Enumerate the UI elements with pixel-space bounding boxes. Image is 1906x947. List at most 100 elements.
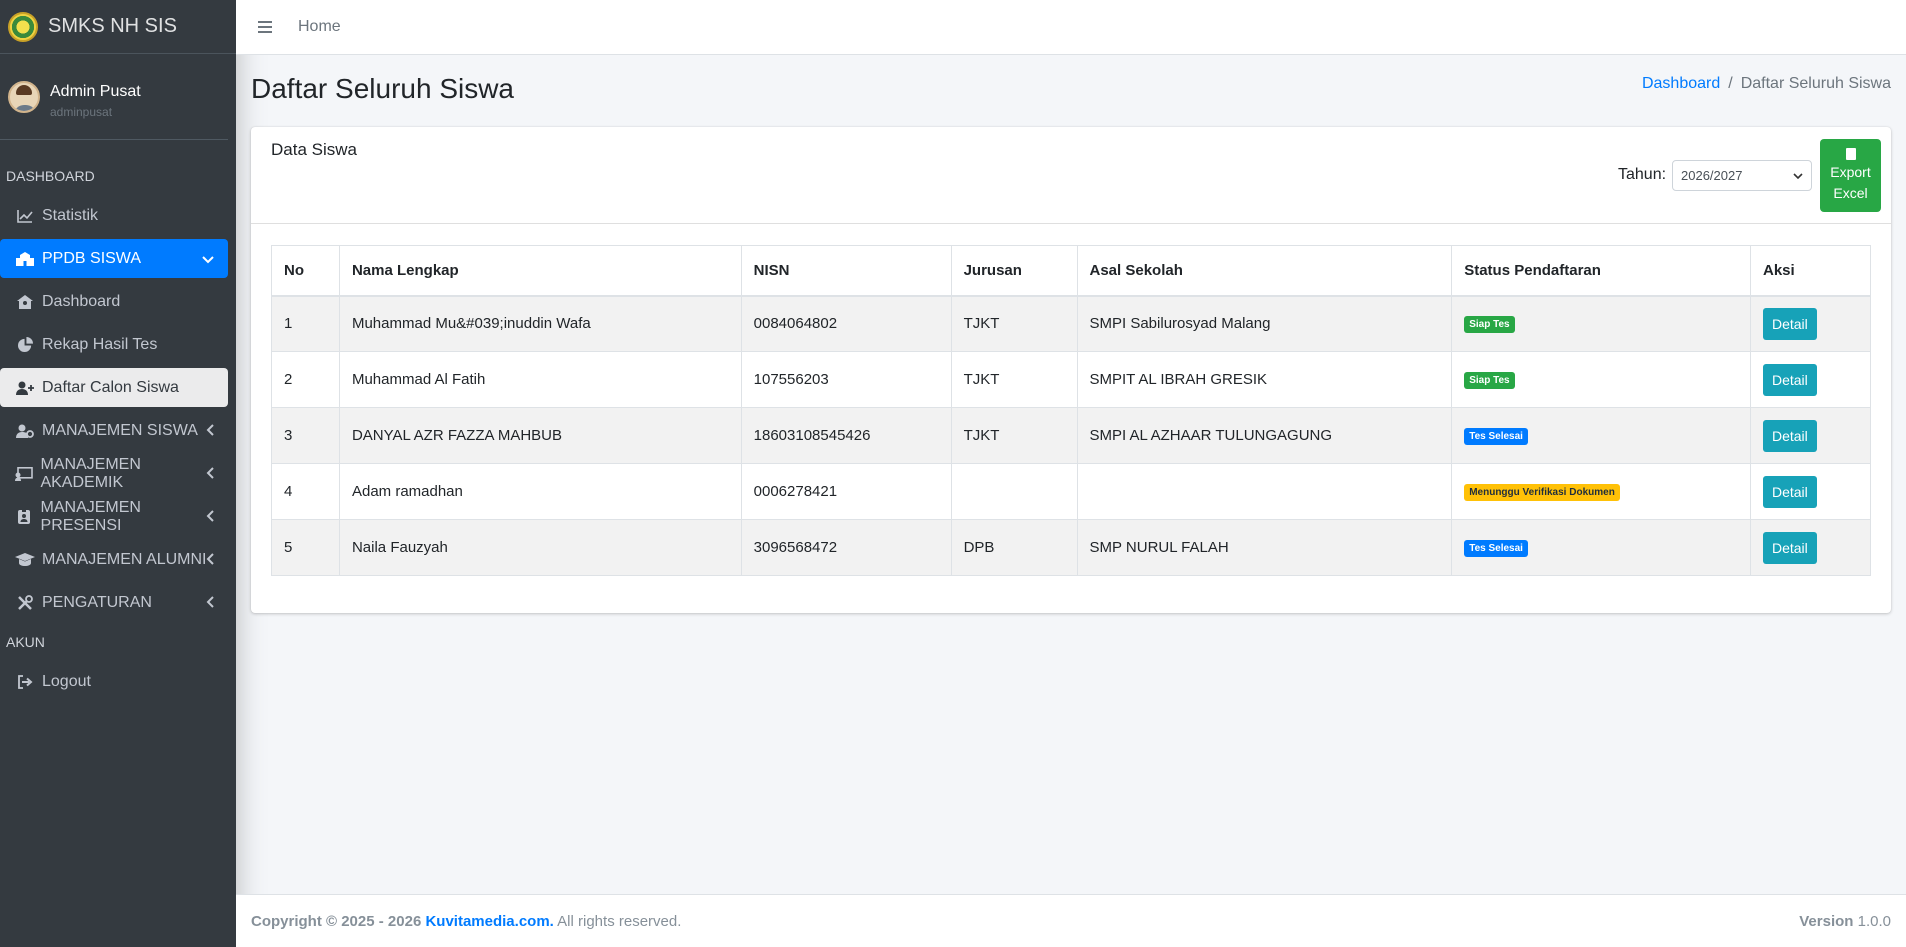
cell-jurusan: DPB <box>950 519 1078 576</box>
tahun-select[interactable]: 2026/2027 <box>1672 160 1812 191</box>
cell-nisn: 107556203 <box>740 351 952 408</box>
sidebar-item-manajemen-siswa[interactable]: MANAJEMEN SISWA <box>0 411 228 450</box>
page-title: Daftar Seluruh Siswa <box>251 73 515 104</box>
status-badge: Menunggu Verifikasi Dokumen <box>1464 484 1620 501</box>
sidebar-item-manajemen-akademik[interactable]: MANAJEMEN AKADEMIK <box>0 454 228 493</box>
user-login: adminpusat <box>50 104 113 119</box>
users-cog-icon <box>14 424 36 438</box>
cell-asal-sekolah: SMP NURUL FALAH <box>1076 519 1453 576</box>
cell-asal-sekolah: SMPIT AL IBRAH GRESIK <box>1076 351 1453 408</box>
chart-line-icon <box>14 209 36 223</box>
table-row: 5 Naila Fauzyah 3096568472 DPB SMP NURUL… <box>271 519 1872 576</box>
sidebar-item-logout[interactable]: Logout <box>0 662 228 701</box>
sidebar-item-dashboard[interactable]: Dashboard <box>0 282 228 321</box>
cell-no: 3 <box>271 407 340 464</box>
card-title: Data Siswa <box>271 140 357 159</box>
breadcrumb-separator: / <box>1728 75 1733 92</box>
footer-copyright: Copyright © 2025 - 2026 Kuvitamedia.com.… <box>251 913 681 930</box>
menu-toggle-icon[interactable] <box>258 17 272 38</box>
column-header[interactable]: No <box>271 245 340 297</box>
sidebar-item-label: MANAJEMEN AKADEMIK <box>40 455 141 491</box>
tahun-select-value: 2026/2027 <box>1681 168 1743 183</box>
cell-no: 2 <box>271 351 340 408</box>
nav-header-akun: AKUN <box>6 634 45 650</box>
detail-button[interactable]: Detail <box>1762 363 1817 396</box>
main-footer: Copyright © 2025 - 2026 Kuvitamedia.com.… <box>236 894 1906 947</box>
sidebar-item-daftar-calon-siswa[interactable]: Daftar Calon Siswa <box>0 368 228 407</box>
cell-status: Siap Tes <box>1451 351 1751 408</box>
tools-icon <box>14 594 36 611</box>
sidebar-item-label: Dashboard <box>42 292 121 310</box>
card-header: Data Siswa Tahun: 2026/2027 Export Excel <box>251 127 1891 224</box>
cell-jurusan <box>950 463 1078 520</box>
column-header[interactable]: Asal Sekolah <box>1076 245 1453 297</box>
nav-header-dashboard: DASHBOARD <box>6 168 95 184</box>
table-row: 3 DANYAL AZR FAZZA MAHBUB 18603108545426… <box>271 407 1872 464</box>
status-badge: Siap Tes <box>1464 372 1515 389</box>
column-header[interactable]: Aksi <box>1749 245 1872 297</box>
column-header[interactable]: Status Pendaftaran <box>1451 245 1751 297</box>
export-label-line2: Excel <box>1833 184 1868 201</box>
table-row: 1 Muhammad Mu&#039;inuddin Wafa 00840648… <box>271 295 1872 352</box>
cell-no: 5 <box>271 519 340 576</box>
cell-nisn: 0084064802 <box>740 295 952 352</box>
file-excel-icon <box>1845 147 1856 160</box>
column-header[interactable]: Nama Lengkap <box>338 245 742 297</box>
top-nav-home-link[interactable]: Home <box>298 18 341 36</box>
chevron-down-icon <box>1793 170 1803 182</box>
user-name[interactable]: Admin Pusat <box>50 83 141 101</box>
copyright-text: Copyright © 2025 - 2026 <box>251 912 422 930</box>
version-label: Version <box>1799 912 1854 930</box>
status-badge: Tes Selesai <box>1464 428 1528 445</box>
chalkboard-icon <box>14 466 34 481</box>
cell-nisn: 0006278421 <box>740 463 952 520</box>
table-header-row: No Nama Lengkap NISN Jurusan Asal Sekola… <box>271 245 1872 297</box>
sign-out-icon <box>14 674 36 689</box>
breadcrumb-dashboard-link[interactable]: Dashboard <box>1642 75 1720 93</box>
brand-link[interactable]: SMKS NH SIS <box>0 0 236 54</box>
detail-button[interactable]: Detail <box>1762 307 1817 340</box>
sidebar-nav: Statistik PPDB SISWA Dashboard Rekap Has… <box>0 196 236 622</box>
rights-text: All rights reserved. <box>557 912 682 930</box>
cell-no: 1 <box>271 295 340 352</box>
sidebar-item-label: MANAJEMEN SISWA <box>42 421 198 439</box>
sidebar-item-pengaturan[interactable]: PENGATURAN <box>0 583 228 622</box>
cell-nama: DANYAL AZR FAZZA MAHBUB <box>338 407 742 464</box>
column-header[interactable]: NISN <box>740 245 952 297</box>
sidebar-item-statistik[interactable]: Statistik <box>0 196 228 235</box>
cell-jurusan: TJKT <box>950 351 1078 408</box>
cell-nama: Muhammad Mu&#039;inuddin Wafa <box>338 295 742 352</box>
cell-status: Menunggu Verifikasi Dokumen <box>1451 463 1751 520</box>
sidebar-item-label: PPDB SISWA <box>42 249 141 267</box>
cell-nama: Naila Fauzyah <box>338 519 742 576</box>
sidebar-item-label: Daftar Calon Siswa <box>42 378 179 396</box>
top-navbar: Home <box>236 0 1906 55</box>
status-badge: Tes Selesai <box>1464 540 1528 557</box>
cell-nama: Muhammad Al Fatih <box>338 351 742 408</box>
avatar[interactable] <box>8 80 40 113</box>
user-plus-icon <box>14 381 36 395</box>
detail-button[interactable]: Detail <box>1762 475 1817 508</box>
cell-status: Siap Tes <box>1451 295 1751 352</box>
cell-asal-sekolah: SMPI Sabilurosyad Malang <box>1076 295 1453 352</box>
sidebar-item-rekap-hasil-tes[interactable]: Rekap Hasil Tes <box>0 325 228 364</box>
cell-aksi: Detail <box>1749 295 1872 352</box>
chevron-left-icon <box>206 595 214 611</box>
sidebar-item-manajemen-presensi[interactable]: MANAJEMEN PRESENSI <box>0 497 228 536</box>
cell-aksi: Detail <box>1749 407 1872 464</box>
cell-no: 4 <box>271 463 340 520</box>
sidebar: SMKS NH SIS Admin Pusat adminpusat DASHB… <box>0 0 236 947</box>
detail-button[interactable]: Detail <box>1762 531 1817 564</box>
sidebar-item-label: MANAJEMEN ALUMNI <box>42 550 207 568</box>
cell-nisn: 18603108545426 <box>740 407 952 464</box>
company-link[interactable]: Kuvitamedia.com. <box>425 913 553 930</box>
column-header[interactable]: Jurusan <box>950 245 1078 297</box>
tahun-label: Tahun: <box>1618 166 1667 183</box>
export-excel-button[interactable]: Export Excel <box>1820 139 1881 212</box>
sidebar-item-label: Rekap Hasil Tes <box>42 335 158 353</box>
sidebar-item-manajemen-alumni[interactable]: MANAJEMEN ALUMNI <box>0 540 228 579</box>
detail-button[interactable]: Detail <box>1762 419 1817 452</box>
chevron-left-icon <box>206 552 214 568</box>
sidebar-item-ppdb-siswa[interactable]: PPDB SISWA <box>0 239 228 278</box>
cell-nama: Adam ramadhan <box>338 463 742 520</box>
